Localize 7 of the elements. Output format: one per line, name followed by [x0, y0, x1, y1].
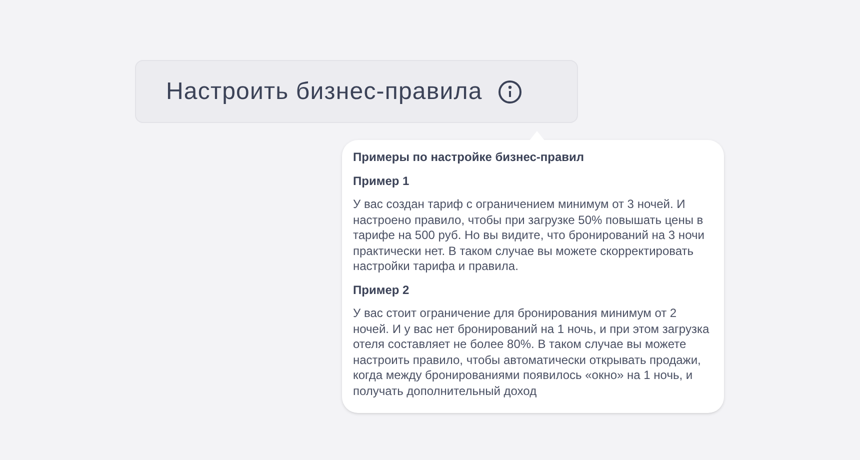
info-icon[interactable] [498, 80, 522, 104]
example-heading: Пример 1 [353, 174, 410, 189]
business-rules-button[interactable]: Настроить бизнес-правила [135, 60, 578, 123]
example-text: У вас создан тариф с ограничением минимум от 3 ночей. И настроено правило, чтобы при загрузке 50% повышать цены в тарифе на 500 руб. Но вы видите, что бронирований на 3 ночи практически нет. В таком случае вы можете скорректировать настройки тарифа и правила. [353, 197, 706, 274]
example-text: У вас стоит ограничение для бронирования минимум от 2 ночей. И у вас нет бронирований на 1 ночь, и при этом загрузка отеля составляет не более 80%. В таком случае вы можете настроить правило, чтобы автоматически открывать продажи, когда между бронированиями появилось «окно» на 1 ночь, и получать дополнительный доход [353, 306, 710, 399]
tooltip-title: Примеры по настройке бизнес-правил [353, 150, 586, 166]
example-heading: Пример 2 [353, 282, 410, 298]
